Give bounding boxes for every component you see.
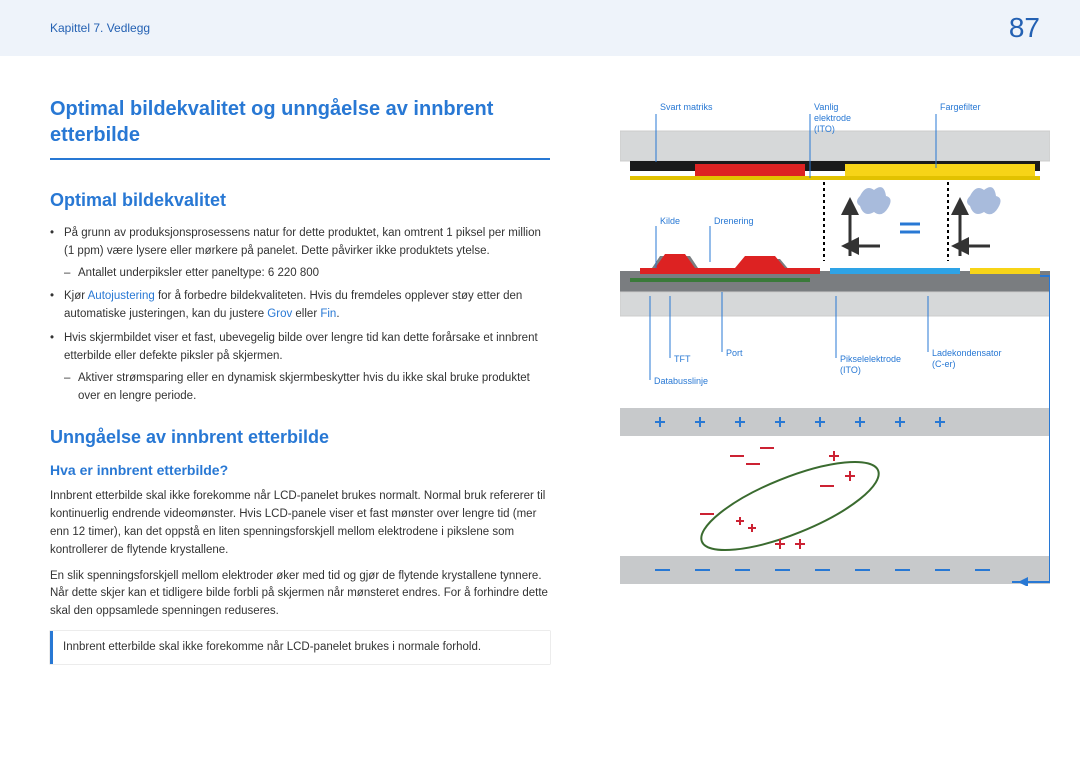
list-item: Hvis skjermbildet viser et fast, ubevege… xyxy=(50,330,550,405)
label-pikselelektrode: Pikselelektrode (ITO) xyxy=(840,354,900,376)
highlight-autojustering: Autojustering xyxy=(88,290,155,302)
label-svart-matriks: Svart matriks xyxy=(660,102,713,113)
list-text: . xyxy=(336,308,339,320)
label-tft: TFT xyxy=(674,354,691,365)
highlight-fin: Fin xyxy=(320,308,336,320)
bullet-list-1: På grunn av produksjonsprosessens natur … xyxy=(50,225,550,405)
label-port: Port xyxy=(726,348,743,359)
label-ladekondensator: Ladekondensator (C-er) xyxy=(932,348,1002,370)
label-vanlig-elektrode: Vanlig elektrode (ITO) xyxy=(814,102,874,134)
list-text: På grunn av produksjonsprosessens natur … xyxy=(64,227,541,257)
subheading: Hva er innbrent etterbilde? xyxy=(50,462,550,478)
list-item: Antallet underpiksler etter paneltype: 6… xyxy=(64,265,550,283)
label-databusslinje: Databusslinje xyxy=(654,376,708,387)
left-column: Optimal bildekvalitet og unngåelse av in… xyxy=(50,96,550,664)
list-item: Kjør Autojustering for å forbedre bildek… xyxy=(50,288,550,324)
lcd-structure-diagram xyxy=(620,96,1050,586)
label-kilde: Kilde xyxy=(660,216,680,227)
header: Kapittel 7. Vedlegg 87 xyxy=(0,0,1080,56)
section-heading-2: Unngåelse av innbrent etterbilde xyxy=(50,427,550,448)
highlight-grov: Grov xyxy=(267,308,292,320)
page-number: 87 xyxy=(1009,12,1040,44)
label-fargefilter: Fargefilter xyxy=(940,102,981,113)
paragraph: En slik spenningsforskjell mellom elektr… xyxy=(50,568,550,621)
note-box: Innbrent etterbilde skal ikke forekomme … xyxy=(50,631,550,664)
list-text: eller xyxy=(292,308,320,320)
list-text: Kjør xyxy=(64,290,88,302)
list-item: Aktiver strømsparing eller en dynamisk s… xyxy=(64,370,550,406)
content: Optimal bildekvalitet og unngåelse av in… xyxy=(0,56,1080,664)
paragraph: Innbrent etterbilde skal ikke forekomme … xyxy=(50,488,550,559)
page: Kapittel 7. Vedlegg 87 Optimal bildekval… xyxy=(0,0,1080,763)
breadcrumb: Kapittel 7. Vedlegg xyxy=(50,21,150,35)
label-drenering: Drenering xyxy=(714,216,754,227)
right-column: Svart matriks Vanlig elektrode (ITO) Far… xyxy=(620,96,1050,664)
note-text: Innbrent etterbilde skal ikke forekomme … xyxy=(63,641,481,653)
list-item: På grunn av produksjonsprosessens natur … xyxy=(50,225,550,282)
section-heading-1: Optimal bildekvalitet xyxy=(50,190,550,211)
page-title: Optimal bildekvalitet og unngåelse av in… xyxy=(50,96,550,160)
list-text: Hvis skjermbildet viser et fast, ubevege… xyxy=(64,332,538,362)
